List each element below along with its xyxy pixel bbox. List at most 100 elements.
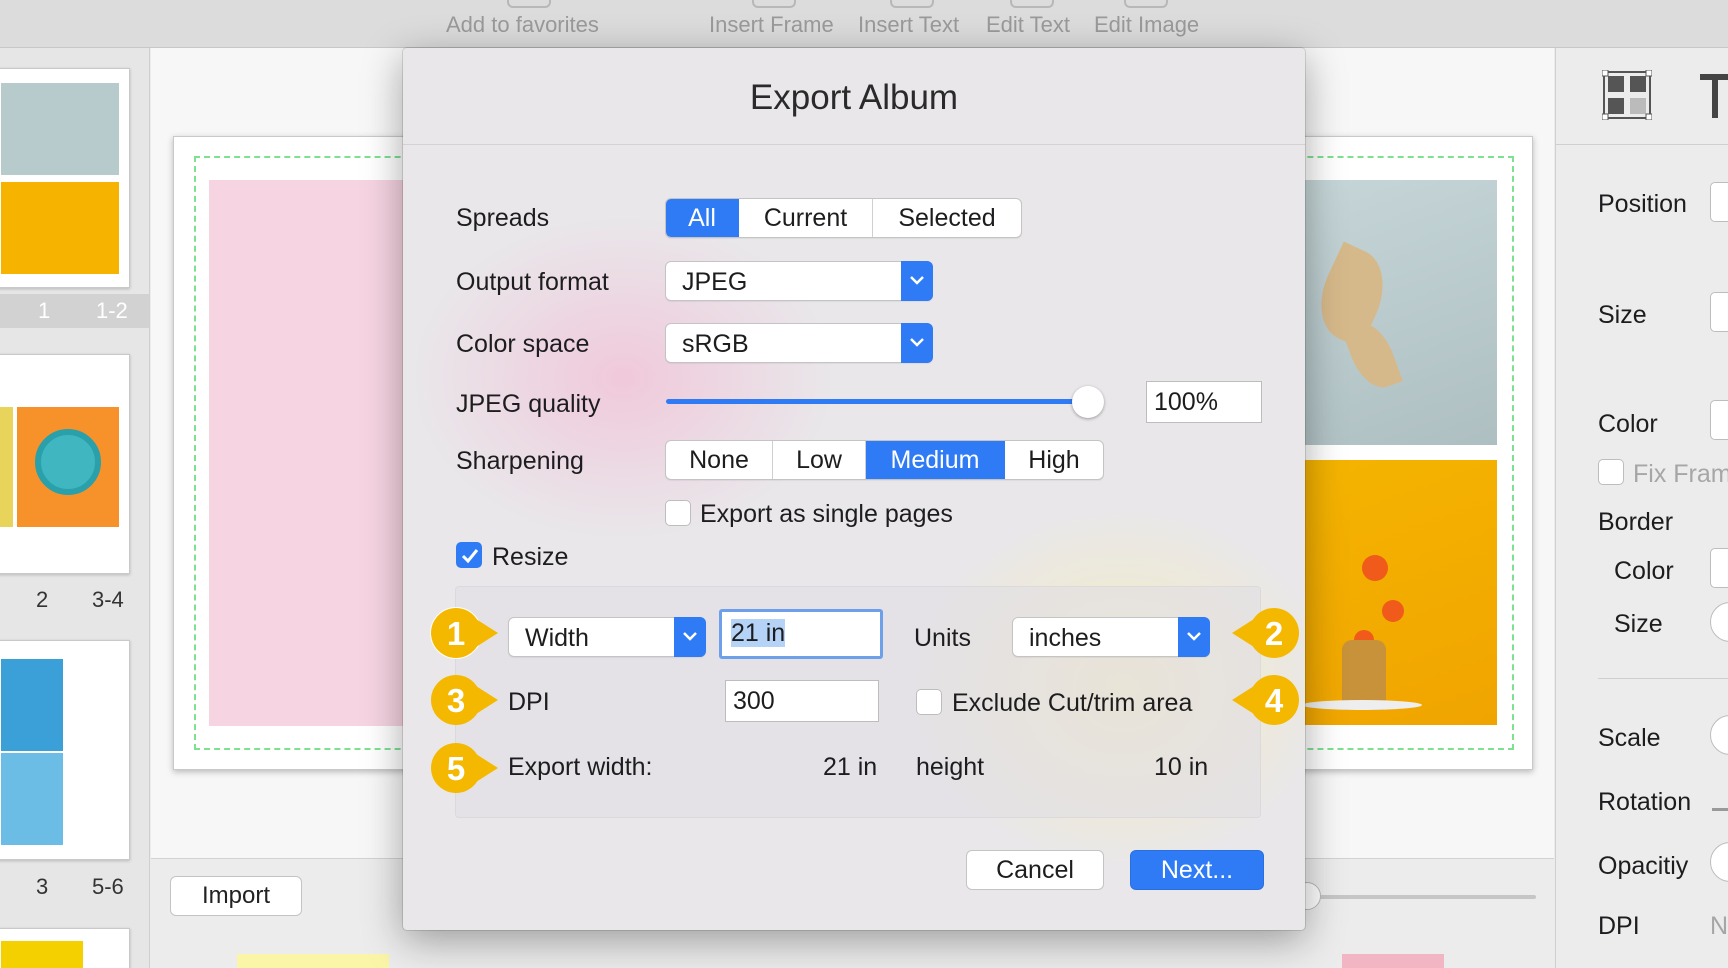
annotation-badge-1: 1 (428, 605, 500, 661)
badge-number: 4 (1264, 682, 1284, 719)
edit-image-icon (1124, 0, 1168, 8)
sharpening-option-none[interactable]: None (666, 441, 773, 479)
jpeg-quality-label: JPEG quality (456, 390, 601, 418)
page-row-3[interactable]: 3 5-6 (0, 870, 149, 904)
filmstrip-thumbnail[interactable] (237, 954, 389, 968)
page-thumbnail-1[interactable] (0, 68, 130, 288)
frame-layout-icon[interactable] (1601, 69, 1653, 121)
inspector-divider (1598, 678, 1728, 679)
badge-number: 3 (446, 682, 466, 719)
flower-shape (1362, 555, 1388, 581)
chevron-down-icon (901, 261, 933, 301)
text-tool-icon[interactable] (1698, 72, 1728, 122)
single-pages-checkbox[interactable] (665, 500, 691, 526)
rotation-slider[interactable] (1712, 808, 1728, 811)
thumbnail-image (1, 753, 63, 845)
jpeg-quality-slider[interactable] (666, 399, 1091, 404)
resize-label: Resize (492, 543, 569, 571)
rotation-label: Rotation (1598, 788, 1692, 816)
annotation-badge-3: 3 (428, 672, 500, 728)
thumbnail-image (0, 407, 13, 527)
page-row-1[interactable]: 1 1-2 (0, 294, 149, 328)
chevron-down-icon (1178, 617, 1210, 657)
color-space-select[interactable]: sRGB (665, 323, 933, 363)
dimension-input-text: 21 in (731, 619, 786, 647)
jpeg-quality-slider-knob[interactable] (1072, 386, 1104, 418)
jpeg-quality-input[interactable]: 100% (1146, 381, 1262, 423)
fix-frame-label: Fix Fram (1633, 460, 1728, 488)
sharpening-label: Sharpening (456, 447, 584, 475)
sharpening-option-medium[interactable]: Medium (866, 441, 1005, 479)
page-range: 5-6 (92, 874, 124, 899)
color-space-value: sRGB (682, 330, 749, 358)
cancel-button[interactable]: Cancel (966, 850, 1104, 890)
opacity-label: Opacitiy (1598, 852, 1689, 880)
thumbnail-image (17, 407, 119, 527)
edit-text-icon (1010, 0, 1054, 8)
filmstrip-thumbnail[interactable] (1342, 954, 1444, 968)
sharpening-segmented-control: None Low Medium High (665, 440, 1104, 480)
exclude-cut-checkbox[interactable] (916, 689, 942, 715)
text-icon (890, 0, 934, 8)
frame-icon (752, 0, 796, 8)
table-shape (1302, 700, 1422, 710)
edit-text-button[interactable]: Edit Text (986, 12, 1070, 38)
color-well[interactable] (1710, 400, 1728, 440)
export-width-value: 21 in (823, 753, 878, 781)
exclude-cut-label: Exclude Cut/trim area (952, 689, 1193, 717)
photo-frame-vase[interactable] (1302, 460, 1497, 725)
sharpening-option-high[interactable]: High (1005, 441, 1103, 479)
resize-checkbox[interactable] (456, 542, 482, 568)
spreads-label: Spreads (456, 204, 550, 232)
flower-shape (1382, 600, 1404, 622)
spreads-option-all[interactable]: All (666, 199, 739, 237)
page-row-2[interactable]: 2 3-4 (0, 583, 149, 617)
page-range: 3-4 (92, 587, 124, 612)
dimension-input[interactable]: 21 in (719, 609, 883, 659)
spreads-option-selected[interactable]: Selected (873, 199, 1021, 237)
spreads-segmented-control: All Current Selected (665, 198, 1022, 238)
chevron-down-icon (901, 323, 933, 363)
export-width-label: Export width: (508, 753, 653, 781)
edit-image-button[interactable]: Edit Image (1094, 12, 1199, 38)
leaf-shape (1341, 315, 1403, 395)
insert-text-button[interactable]: Insert Text (858, 12, 959, 38)
zoom-slider[interactable] (1300, 895, 1536, 899)
sharpening-option-low[interactable]: Low (773, 441, 866, 479)
fix-frame-checkbox[interactable] (1598, 459, 1624, 485)
border-size-label: Size (1614, 610, 1663, 638)
color-space-label: Color space (456, 330, 590, 358)
insert-frame-button[interactable]: Insert Frame (709, 12, 834, 38)
color-label: Color (1598, 410, 1658, 438)
page-range: 1-2 (96, 298, 128, 323)
output-format-select[interactable]: JPEG (665, 261, 933, 301)
page-thumbnail-4[interactable] (0, 928, 130, 968)
photo-frame-flowers[interactable] (1302, 180, 1497, 445)
units-select[interactable]: inches (1012, 617, 1210, 657)
dimension-select[interactable]: Width (508, 617, 706, 657)
dpi-input[interactable]: 300 (725, 680, 879, 722)
size-field[interactable] (1710, 292, 1728, 332)
page-number: 3 (36, 874, 49, 899)
export-height-value: 10 in (1154, 753, 1209, 781)
photo-frame-left[interactable] (209, 180, 409, 726)
spreads-option-current[interactable]: Current (739, 199, 873, 237)
annotation-badge-5: 5 (428, 740, 500, 796)
border-color-well[interactable] (1710, 548, 1728, 588)
bowl-shape (35, 429, 101, 495)
units-label: Units (914, 624, 971, 652)
position-field[interactable] (1710, 182, 1728, 222)
next-button[interactable]: Next... (1130, 850, 1264, 890)
page-thumbnail-3[interactable] (0, 640, 130, 860)
checkmark-icon (461, 549, 479, 564)
main-toolbar: Add to favorites Insert Frame Insert Tex… (0, 0, 1728, 48)
border-label: Border (1598, 508, 1674, 536)
dialog-title: Export Album (749, 78, 959, 117)
star-icon (507, 0, 551, 8)
add-to-favorites-button[interactable]: Add to favorites (446, 12, 599, 38)
dialog-title-divider (403, 144, 1305, 145)
page-thumbnail-2[interactable] (0, 354, 130, 574)
import-button[interactable]: Import (170, 876, 302, 916)
badge-number: 2 (1264, 615, 1284, 652)
badge-number: 5 (446, 750, 466, 787)
